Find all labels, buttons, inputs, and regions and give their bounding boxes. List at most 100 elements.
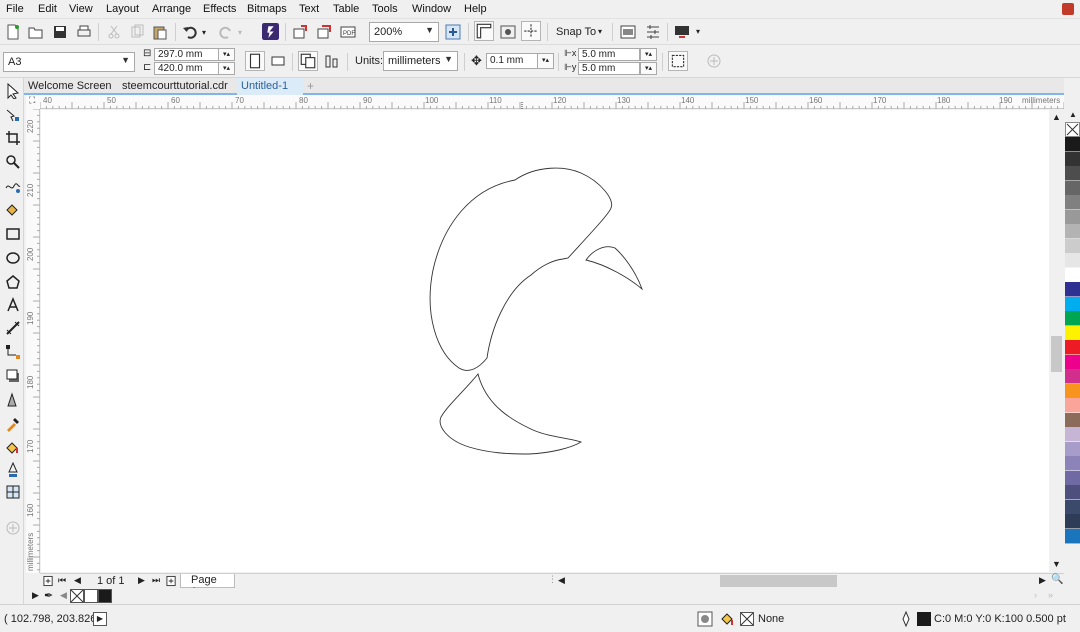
color-swatch[interactable] xyxy=(1065,499,1080,515)
scroll-thumb[interactable] xyxy=(1051,336,1062,372)
export-icon[interactable] xyxy=(316,24,332,40)
menu-arrange[interactable]: Arrange xyxy=(152,3,191,15)
last-page-icon[interactable]: ⏭ xyxy=(152,575,160,586)
add-tool-icon[interactable] xyxy=(5,520,21,536)
color-swatch[interactable] xyxy=(1065,354,1080,370)
transparency-tool-icon[interactable] xyxy=(5,392,21,408)
page-height-spinner[interactable]: ▾▴ xyxy=(218,62,235,75)
status-expand-button[interactable]: ▶ xyxy=(93,612,107,626)
eyedropper-tool-icon[interactable] xyxy=(5,416,21,432)
small-wing-shape[interactable] xyxy=(585,246,643,291)
zoom-level-combo[interactable]: 200% ▼ xyxy=(369,22,439,42)
color-swatch[interactable] xyxy=(1065,195,1080,210)
color-swatch[interactable] xyxy=(1065,398,1080,413)
mesh-fill-tool-icon[interactable] xyxy=(5,484,21,500)
open-icon[interactable] xyxy=(28,24,44,40)
redo-icon[interactable] xyxy=(218,24,234,40)
color-swatch[interactable] xyxy=(1065,311,1080,326)
vertical-scrollbar[interactable]: ▲ ▼ xyxy=(1049,110,1064,573)
no-color-swatch[interactable] xyxy=(1065,122,1080,137)
menu-view[interactable]: View xyxy=(69,3,93,15)
search-content-icon[interactable] xyxy=(262,23,279,40)
horizontal-ruler[interactable]: 40 50 60 70 80 90 100 110 120 130 140 15… xyxy=(40,95,1064,109)
color-proof-icon[interactable] xyxy=(697,611,713,627)
color-swatch[interactable] xyxy=(1065,470,1080,486)
zoom-tool-icon[interactable] xyxy=(5,154,21,170)
treat-as-filled-button[interactable] xyxy=(668,51,688,71)
crescent-shape-large[interactable] xyxy=(429,167,613,371)
import-icon[interactable] xyxy=(292,24,308,40)
page-width-spinner[interactable]: ▾▴ xyxy=(218,48,235,61)
document-palette-right-icon[interactable]: › xyxy=(1034,590,1037,600)
smart-fill-tool-icon[interactable] xyxy=(5,202,21,218)
shape-tool-icon[interactable] xyxy=(5,107,21,123)
paste-icon[interactable] xyxy=(152,24,168,40)
smart-drawing-tool-icon[interactable] xyxy=(5,462,21,478)
duplicate-distance-y-field[interactable]: 5.0 mm xyxy=(578,62,640,75)
menu-file[interactable]: File xyxy=(6,3,24,15)
fill-none-swatch[interactable] xyxy=(740,612,754,626)
horizontal-scroll-thumb[interactable] xyxy=(720,575,837,587)
add-icon[interactable] xyxy=(706,53,722,69)
scroll-right-icon[interactable]: ▶ xyxy=(1039,575,1046,586)
application-launcher-icon[interactable] xyxy=(674,24,690,40)
new-document-icon[interactable] xyxy=(5,24,21,40)
full-screen-preview-icon[interactable] xyxy=(445,24,461,40)
show-guidelines-button[interactable] xyxy=(521,21,541,41)
document-black-swatch[interactable] xyxy=(98,589,112,603)
redo-dropdown-icon[interactable]: ▾ xyxy=(238,28,242,37)
color-swatch[interactable] xyxy=(1065,267,1080,283)
menu-table[interactable]: Table xyxy=(333,3,359,15)
nudge-distance-field[interactable]: 0.1 mm xyxy=(486,53,538,69)
document-no-color-swatch[interactable] xyxy=(70,589,84,603)
connector-tool-icon[interactable] xyxy=(5,344,21,360)
publish-pdf-icon[interactable]: PDF xyxy=(340,24,356,40)
add-page-before-icon[interactable] xyxy=(43,575,54,587)
color-swatch[interactable] xyxy=(1065,166,1080,181)
vertical-ruler[interactable]: 220 210 200 190 180 170 160 millimeters xyxy=(26,109,40,573)
document-palette-expand-icon[interactable]: » xyxy=(1048,590,1053,600)
print-icon[interactable] xyxy=(76,24,92,40)
undo-icon[interactable] xyxy=(182,24,198,40)
menu-layout[interactable]: Layout xyxy=(106,3,139,15)
undo-dropdown-icon[interactable]: ▾ xyxy=(202,28,206,37)
color-swatch[interactable] xyxy=(1065,427,1080,442)
color-swatch[interactable] xyxy=(1065,340,1080,355)
color-swatch[interactable] xyxy=(1065,456,1080,471)
color-swatch[interactable] xyxy=(1065,282,1080,297)
color-swatch[interactable] xyxy=(1065,238,1080,254)
polygon-tool-icon[interactable] xyxy=(5,274,21,290)
parallel-dimension-tool-icon[interactable] xyxy=(5,320,21,336)
options-icon[interactable] xyxy=(645,24,661,40)
color-swatch[interactable] xyxy=(1065,325,1080,341)
color-swatch[interactable] xyxy=(1065,180,1080,196)
drawing-canvas[interactable] xyxy=(41,110,1051,572)
color-swatch[interactable] xyxy=(1065,383,1080,399)
scroll-down-icon[interactable]: ▼ xyxy=(1052,559,1061,569)
menu-edit[interactable]: Edit xyxy=(38,3,57,15)
menu-effects[interactable]: Effects xyxy=(203,3,236,15)
document-palette-menu-icon[interactable]: ▶ xyxy=(32,590,39,601)
menu-help[interactable]: Help xyxy=(464,3,487,15)
scroll-up-icon[interactable]: ▲ xyxy=(1052,112,1061,122)
scroll-left-icon[interactable]: ◀ xyxy=(558,575,565,586)
color-swatch[interactable] xyxy=(1065,485,1080,500)
landscape-icon[interactable] xyxy=(270,53,286,69)
color-swatch[interactable] xyxy=(1065,514,1080,529)
cut-icon[interactable] xyxy=(106,24,122,40)
color-swatch[interactable] xyxy=(1065,441,1080,457)
tab-untitled-1[interactable]: Untitled-1 xyxy=(237,78,303,95)
page-tab[interactable]: Page 1 xyxy=(180,574,235,598)
color-swatch[interactable] xyxy=(1065,528,1080,544)
tab-welcome-screen[interactable]: Welcome Screen xyxy=(24,78,116,95)
snap-to-chevron-icon[interactable]: ▾ xyxy=(598,27,602,36)
drop-shadow-tool-icon[interactable] xyxy=(5,368,21,384)
page-size-combo[interactable]: A3 ▼ xyxy=(3,52,135,72)
zoom-navigator-icon[interactable]: 🔍 xyxy=(1051,574,1063,585)
menu-bitmaps[interactable]: Bitmaps xyxy=(247,3,287,15)
text-tool-icon[interactable] xyxy=(5,297,21,313)
current-page-icon[interactable] xyxy=(324,53,340,69)
color-swatch[interactable] xyxy=(1065,412,1080,428)
duplicate-distance-x-field[interactable]: 5.0 mm xyxy=(578,48,640,61)
interactive-fill-tool-icon[interactable] xyxy=(5,439,21,455)
